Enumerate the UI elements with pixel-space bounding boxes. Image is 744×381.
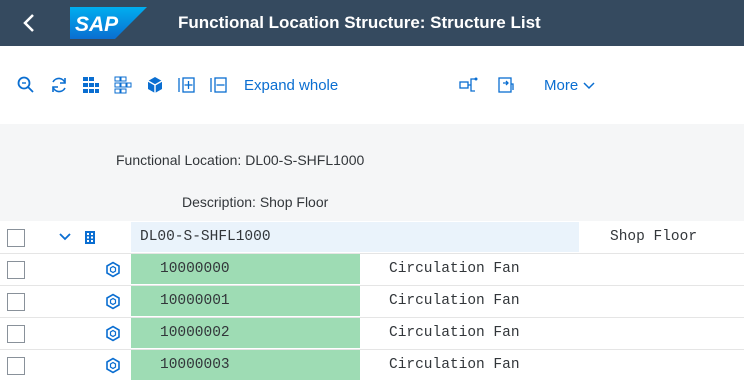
equipment-description: Circulation Fan [389, 325, 520, 341]
find-button[interactable] [14, 70, 38, 100]
expand-whole-button[interactable]: Expand whole [238, 70, 448, 100]
equipment-id: 10000000 [160, 261, 230, 277]
row-select-checkbox[interactable] [7, 325, 25, 343]
chevron-down-icon [59, 233, 71, 241]
root-id: DL00-S-SHFL1000 [140, 229, 271, 245]
header-area: Functional Location: DL00-S-SHFL1000 Des… [0, 124, 744, 221]
tree-row[interactable]: 10000002 Circulation Fan [0, 318, 744, 348]
tree-row[interactable]: 10000000 Circulation Fan [0, 254, 744, 284]
chevron-down-icon [583, 82, 595, 90]
chevron-left-icon [23, 14, 34, 32]
expand-subtree-button[interactable] [174, 70, 200, 100]
root-description: Shop Floor [610, 229, 698, 245]
description-value: Shop Floor [259, 194, 329, 210]
select-all-button[interactable] [78, 70, 104, 100]
equipment-icon [105, 261, 121, 283]
sap-logo: SAP [70, 7, 147, 39]
building-icon [84, 230, 96, 250]
hierarchy-icon [459, 77, 478, 92]
svg-text:SAP: SAP [75, 13, 119, 36]
export-icon [498, 77, 514, 93]
shell-bar: SAP Functional Location Structure: Struc… [0, 0, 744, 46]
export-button[interactable] [492, 70, 520, 100]
find-icon [17, 76, 34, 93]
expand-whole-label: Expand whole [244, 76, 339, 94]
collapse-icon [210, 77, 227, 93]
object-icon [147, 77, 163, 93]
equipment-icon [105, 325, 121, 347]
row-select-checkbox[interactable] [7, 293, 25, 311]
collapse-subtree-button[interactable] [206, 70, 232, 100]
collapse-node-toggle[interactable] [58, 222, 72, 252]
refresh-button[interactable] [46, 70, 72, 100]
more-button[interactable]: More [544, 70, 624, 100]
deselect-all-icon [114, 76, 132, 94]
equipment-description: Circulation Fan [389, 357, 520, 373]
refresh-icon [52, 77, 66, 93]
page-title: Functional Location Structure: Structure… [178, 13, 541, 32]
functional-location-line: Functional Location: DL00-S-SHFL1000 [116, 152, 364, 168]
tree-row[interactable]: 10000001 Circulation Fan [0, 286, 744, 316]
expand-icon [178, 77, 195, 93]
object-button[interactable] [142, 70, 168, 100]
equipment-icon [105, 293, 121, 315]
deselect-all-button[interactable] [110, 70, 136, 100]
structure-tree: DL00-S-SHFL1000 Shop Floor 10000000 Circ… [0, 221, 744, 381]
description-line: Description: Shop Floor [182, 194, 328, 210]
description-label: Description: [182, 194, 256, 210]
equipment-id: 10000003 [160, 357, 230, 373]
tree-row[interactable]: 10000003 Circulation Fan [0, 350, 744, 380]
row-select-checkbox[interactable] [7, 229, 25, 247]
equipment-id: 10000001 [160, 293, 230, 309]
functional-location-value: DL00-S-SHFL1000 [245, 152, 365, 168]
equipment-icon [105, 357, 121, 379]
more-label: More [544, 76, 579, 94]
hierarchy-button[interactable] [455, 70, 483, 100]
equipment-id: 10000002 [160, 325, 230, 341]
select-all-icon [83, 77, 99, 93]
equipment-description: Circulation Fan [389, 261, 520, 277]
toolbar: Expand whole More [0, 46, 744, 124]
functional-location-label: Functional Location: [116, 152, 242, 168]
equipment-description: Circulation Fan [389, 293, 520, 309]
row-select-checkbox[interactable] [7, 357, 25, 375]
row-select-checkbox[interactable] [7, 261, 25, 279]
tree-row-root[interactable]: DL00-S-SHFL1000 Shop Floor [0, 222, 744, 252]
back-button[interactable] [18, 10, 42, 36]
